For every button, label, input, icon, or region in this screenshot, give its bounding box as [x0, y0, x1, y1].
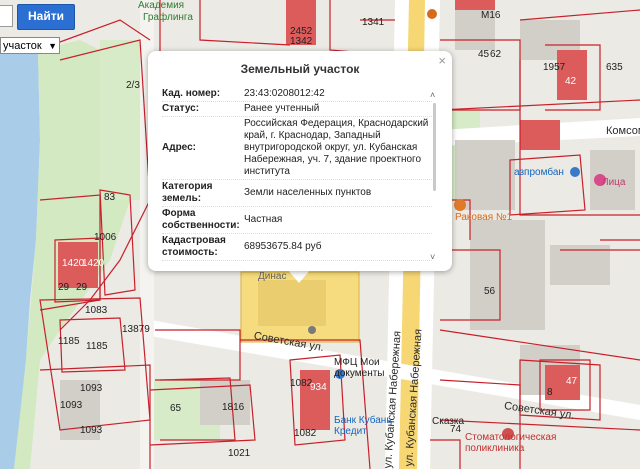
green-area-north — [100, 40, 145, 200]
search-input[interactable] — [0, 5, 13, 27]
chevron-down-icon[interactable]: ˅ — [430, 253, 435, 262]
map-label: 29 — [58, 282, 70, 293]
map-label: 47 — [566, 376, 578, 387]
poi-label: МФЦ Мои документы — [334, 357, 385, 379]
poi-marker[interactable] — [570, 167, 580, 177]
map-label: 1420 — [62, 258, 85, 269]
map-label: 1082 — [290, 378, 313, 389]
poi-marker[interactable] — [427, 9, 437, 19]
info-key: Уточненная — [162, 261, 240, 263]
map-label: 83 — [104, 192, 116, 203]
map-label: 1341 — [362, 17, 385, 28]
building-grey — [470, 220, 545, 330]
poi-label: Сказка — [432, 416, 465, 427]
popup-title: Земельный участок — [240, 62, 360, 76]
poi-marker[interactable] — [308, 326, 316, 334]
map-label: 635 — [606, 62, 623, 73]
popup-tail — [287, 269, 311, 283]
poi-label: Стоматологическая поликлиника — [465, 432, 557, 454]
map-label: 1185 — [86, 341, 108, 352]
map-label: 1006 — [94, 232, 117, 243]
poi-label: Лица — [602, 177, 626, 188]
poi-label: азпромбан — [514, 167, 564, 178]
map-label: 8 — [547, 387, 553, 398]
map-label: 2/3 — [126, 80, 140, 91]
info-key: Категория земель: — [162, 181, 213, 204]
info-key: Форма собственности: — [162, 208, 240, 231]
building-red — [557, 50, 587, 100]
map-label: 65 — [170, 403, 182, 414]
parcel-info-popup: Земельный участок × Кад. номер: 23:43:02… — [148, 51, 452, 271]
layer-select-value: участок — [3, 40, 42, 52]
info-value: 23:43:0208012:42 — [244, 88, 325, 99]
info-value: Российская Федерация, Краснодарский край… — [244, 118, 429, 177]
map-label: 1093 — [80, 425, 103, 436]
poi-label: Раковая №1 — [455, 212, 513, 223]
map-label: Графлинга — [143, 12, 193, 23]
map-label: 1342 — [290, 36, 313, 47]
info-key: Кад. номер: — [162, 88, 221, 99]
info-value: Частная — [244, 214, 283, 225]
map-label: 1093 — [60, 400, 83, 411]
map-label: 1957 — [543, 62, 566, 73]
info-value: 68953675.84 руб — [244, 241, 322, 252]
chevron-up-icon[interactable]: ˄ — [430, 91, 435, 100]
map-label: 1420 — [82, 258, 105, 269]
search-button[interactable]: Найти — [17, 4, 75, 30]
close-icon[interactable]: × — [438, 53, 446, 68]
street-label: Комсом — [606, 125, 640, 137]
info-row: Форма собственности: Частная — [162, 207, 432, 234]
map-label: 45 — [478, 49, 490, 60]
info-row: Статус: Ранее учтенный — [162, 102, 432, 117]
map-label: 29 — [76, 282, 88, 293]
map-label: 1093 — [80, 383, 103, 394]
map-label: 1021 — [228, 448, 251, 459]
map-label: 1185 — [58, 336, 80, 347]
info-row: Уточненная — [162, 261, 432, 263]
info-row: Адрес: Российская Федерация, Краснодарск… — [162, 117, 432, 180]
layer-select[interactable]: участок ▼ — [0, 37, 60, 54]
map-label: Академия — [138, 0, 185, 11]
building-red — [520, 120, 560, 150]
map-label: 13879 — [122, 324, 150, 335]
chevron-down-icon: ▼ — [48, 41, 57, 51]
map-label: 1816 — [222, 402, 245, 413]
map-label: 62 — [490, 49, 502, 60]
map-label: 1083 — [85, 305, 108, 316]
info-row: Кад. номер: 23:43:0208012:42 — [162, 87, 432, 102]
info-key: Статус: — [162, 103, 200, 114]
info-value: Земли населенных пунктов — [244, 187, 372, 198]
map-label: M16 — [481, 10, 501, 21]
building-red — [455, 0, 495, 10]
info-key: Адрес: — [162, 142, 196, 153]
map-label: 934 — [310, 382, 327, 393]
info-value — [240, 261, 432, 263]
map-label: 42 — [565, 76, 577, 87]
map-label: 56 — [484, 286, 496, 297]
info-row: Категория земель: Земли населенных пункт… — [162, 180, 432, 207]
selected-parcel-building — [258, 280, 326, 326]
map-label: 1082 — [294, 428, 317, 439]
scrollbar-thumb[interactable] — [433, 103, 436, 191]
map-label: Динас — [258, 271, 287, 282]
poi-label: Банк Кубань Кредит — [334, 415, 392, 437]
info-row: Кадастровая стоимость: 68953675.84 руб — [162, 234, 432, 261]
building-grey — [550, 245, 610, 285]
popup-body: Кад. номер: 23:43:0208012:42 Статус: Ран… — [162, 87, 432, 263]
info-key: Кадастровая стоимость: — [162, 235, 226, 258]
popup-scrollbar[interactable]: ˄ ˅ — [430, 91, 438, 262]
poi-marker[interactable] — [454, 199, 466, 211]
info-value: Ранее учтенный — [244, 103, 320, 114]
